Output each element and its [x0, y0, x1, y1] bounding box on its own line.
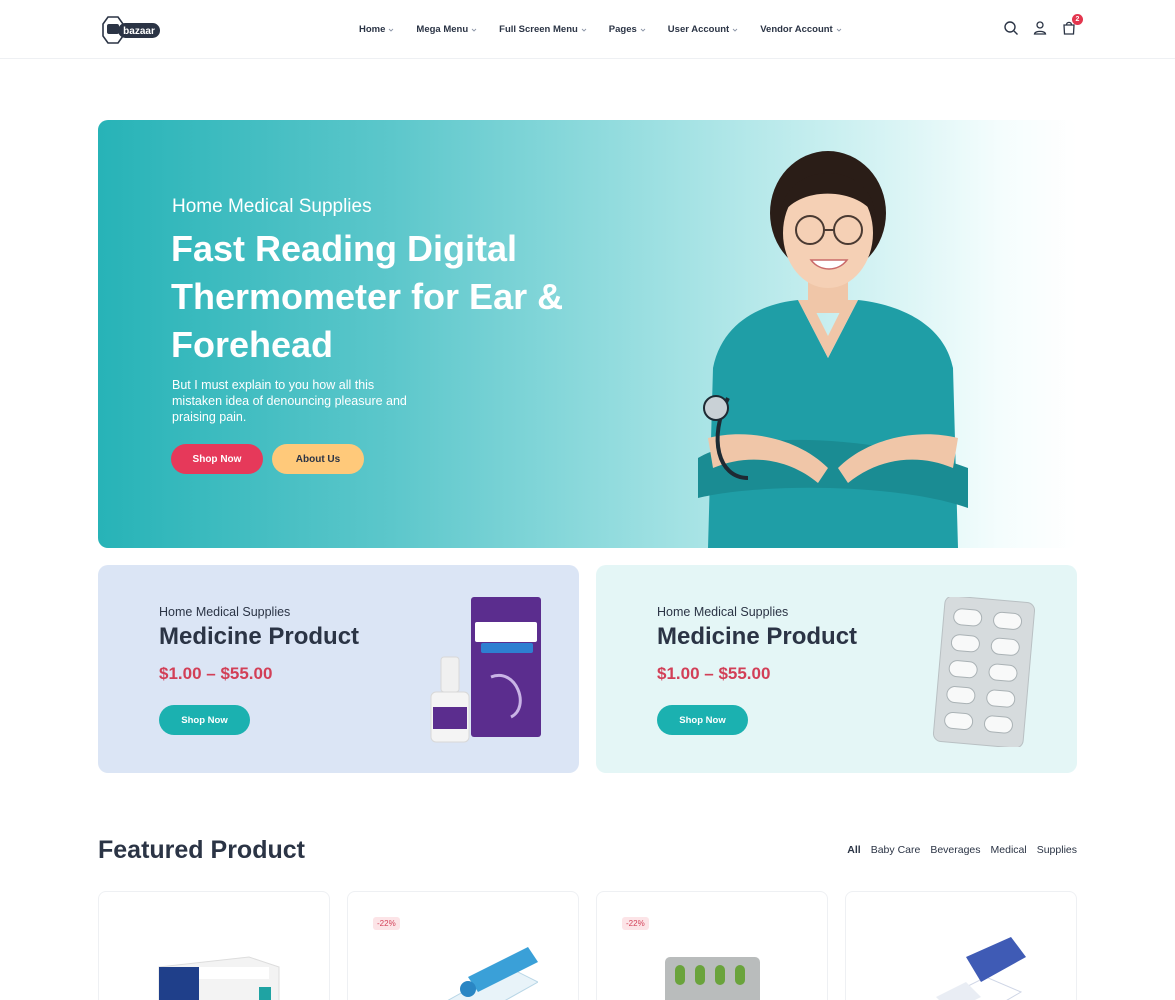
featured-filters: All Baby Care Beverages Medical Supplies	[847, 844, 1077, 856]
promo-title: Medicine Product	[159, 623, 360, 650]
filter-beverages[interactable]: Beverages	[930, 844, 980, 856]
nav-label: Vendor Account	[760, 24, 833, 35]
hero-title: Fast Reading Digital Thermometer for Ear…	[171, 228, 564, 365]
hero-banner: Home Medical Supplies Fast Reading Digit…	[98, 120, 1077, 548]
nurse-image	[698, 151, 968, 548]
promo-price: $1.00 – $55.00	[159, 664, 273, 683]
nav-label: Full Screen Menu	[499, 24, 578, 35]
product-card[interactable]	[845, 891, 1077, 1000]
product-card[interactable]: -22%	[347, 891, 579, 1000]
chevron-down-icon	[471, 28, 477, 32]
pill-blister-image	[932, 597, 1036, 747]
search-icon[interactable]	[1003, 20, 1019, 36]
nav-mega-menu[interactable]: Mega Menu	[416, 24, 477, 35]
chevron-down-icon	[836, 28, 842, 32]
nav-full-screen-menu[interactable]: Full Screen Menu	[499, 24, 587, 35]
main-nav: Home Mega Menu Full Screen Menu Pages Us…	[359, 0, 864, 59]
promo-price: $1.00 – $55.00	[657, 664, 771, 683]
nav-pages[interactable]: Pages	[609, 24, 646, 35]
promo-card: Home Medical Supplies Medicine Product $…	[596, 565, 1077, 773]
featured-title: Featured Product	[98, 836, 305, 864]
nav-label: Pages	[608, 24, 637, 35]
logo-text: bazaar	[123, 26, 155, 37]
nav-vendor-account[interactable]: Vendor Account	[760, 24, 842, 35]
cart-count-badge: 2	[1072, 14, 1083, 25]
hero-description: But I must explain to you how all this m…	[172, 378, 407, 424]
bazaar-logo[interactable]: bazaar	[98, 14, 162, 46]
shop-now-button[interactable]: Shop Now	[171, 444, 263, 474]
header-actions: 2	[1003, 14, 1083, 36]
about-us-button[interactable]: About Us	[272, 444, 364, 474]
capsule-strip-image	[665, 957, 760, 1000]
medicine-box-image	[447, 947, 538, 1000]
eye-drops-image	[430, 597, 541, 743]
nav-home[interactable]: Home	[359, 24, 394, 35]
filter-baby-care[interactable]: Baby Care	[871, 844, 921, 856]
site-header: bazaar Home Mega Menu Full Screen Menu P…	[0, 0, 1175, 59]
hero-subtitle: Home Medical Supplies	[172, 196, 372, 217]
medicine-box-image	[158, 956, 280, 1000]
discount-badge: -22%	[373, 917, 400, 930]
medicine-box-image	[936, 937, 1026, 1000]
discount-badge: -22%	[622, 917, 649, 930]
filter-supplies[interactable]: Supplies	[1037, 844, 1077, 856]
promo-shop-now-button[interactable]: Shop Now	[657, 705, 748, 735]
promo-title: Medicine Product	[657, 623, 858, 650]
product-card[interactable]: -22%	[596, 891, 828, 1000]
product-card[interactable]	[98, 891, 330, 1000]
filter-all[interactable]: All	[847, 844, 860, 856]
nav-user-account[interactable]: User Account	[668, 24, 738, 35]
promo-subtitle: Home Medical Supplies	[159, 605, 291, 619]
product-grid: -22% -22%	[98, 891, 1077, 1000]
chevron-down-icon	[581, 28, 587, 32]
promo-shop-now-button[interactable]: Shop Now	[159, 705, 250, 735]
nav-label: User Account	[667, 24, 730, 35]
nav-label: Home	[359, 24, 386, 35]
filter-medical[interactable]: Medical	[991, 844, 1027, 856]
user-icon[interactable]	[1032, 20, 1048, 36]
chevron-down-icon	[389, 28, 394, 32]
chevron-down-icon	[732, 28, 738, 32]
promo-card: Home Medical Supplies Medicine Product $…	[98, 565, 579, 773]
promo-subtitle: Home Medical Supplies	[657, 605, 789, 619]
chevron-down-icon	[640, 28, 646, 32]
cart-button[interactable]: 2	[1061, 14, 1083, 36]
nav-label: Mega Menu	[416, 24, 469, 35]
